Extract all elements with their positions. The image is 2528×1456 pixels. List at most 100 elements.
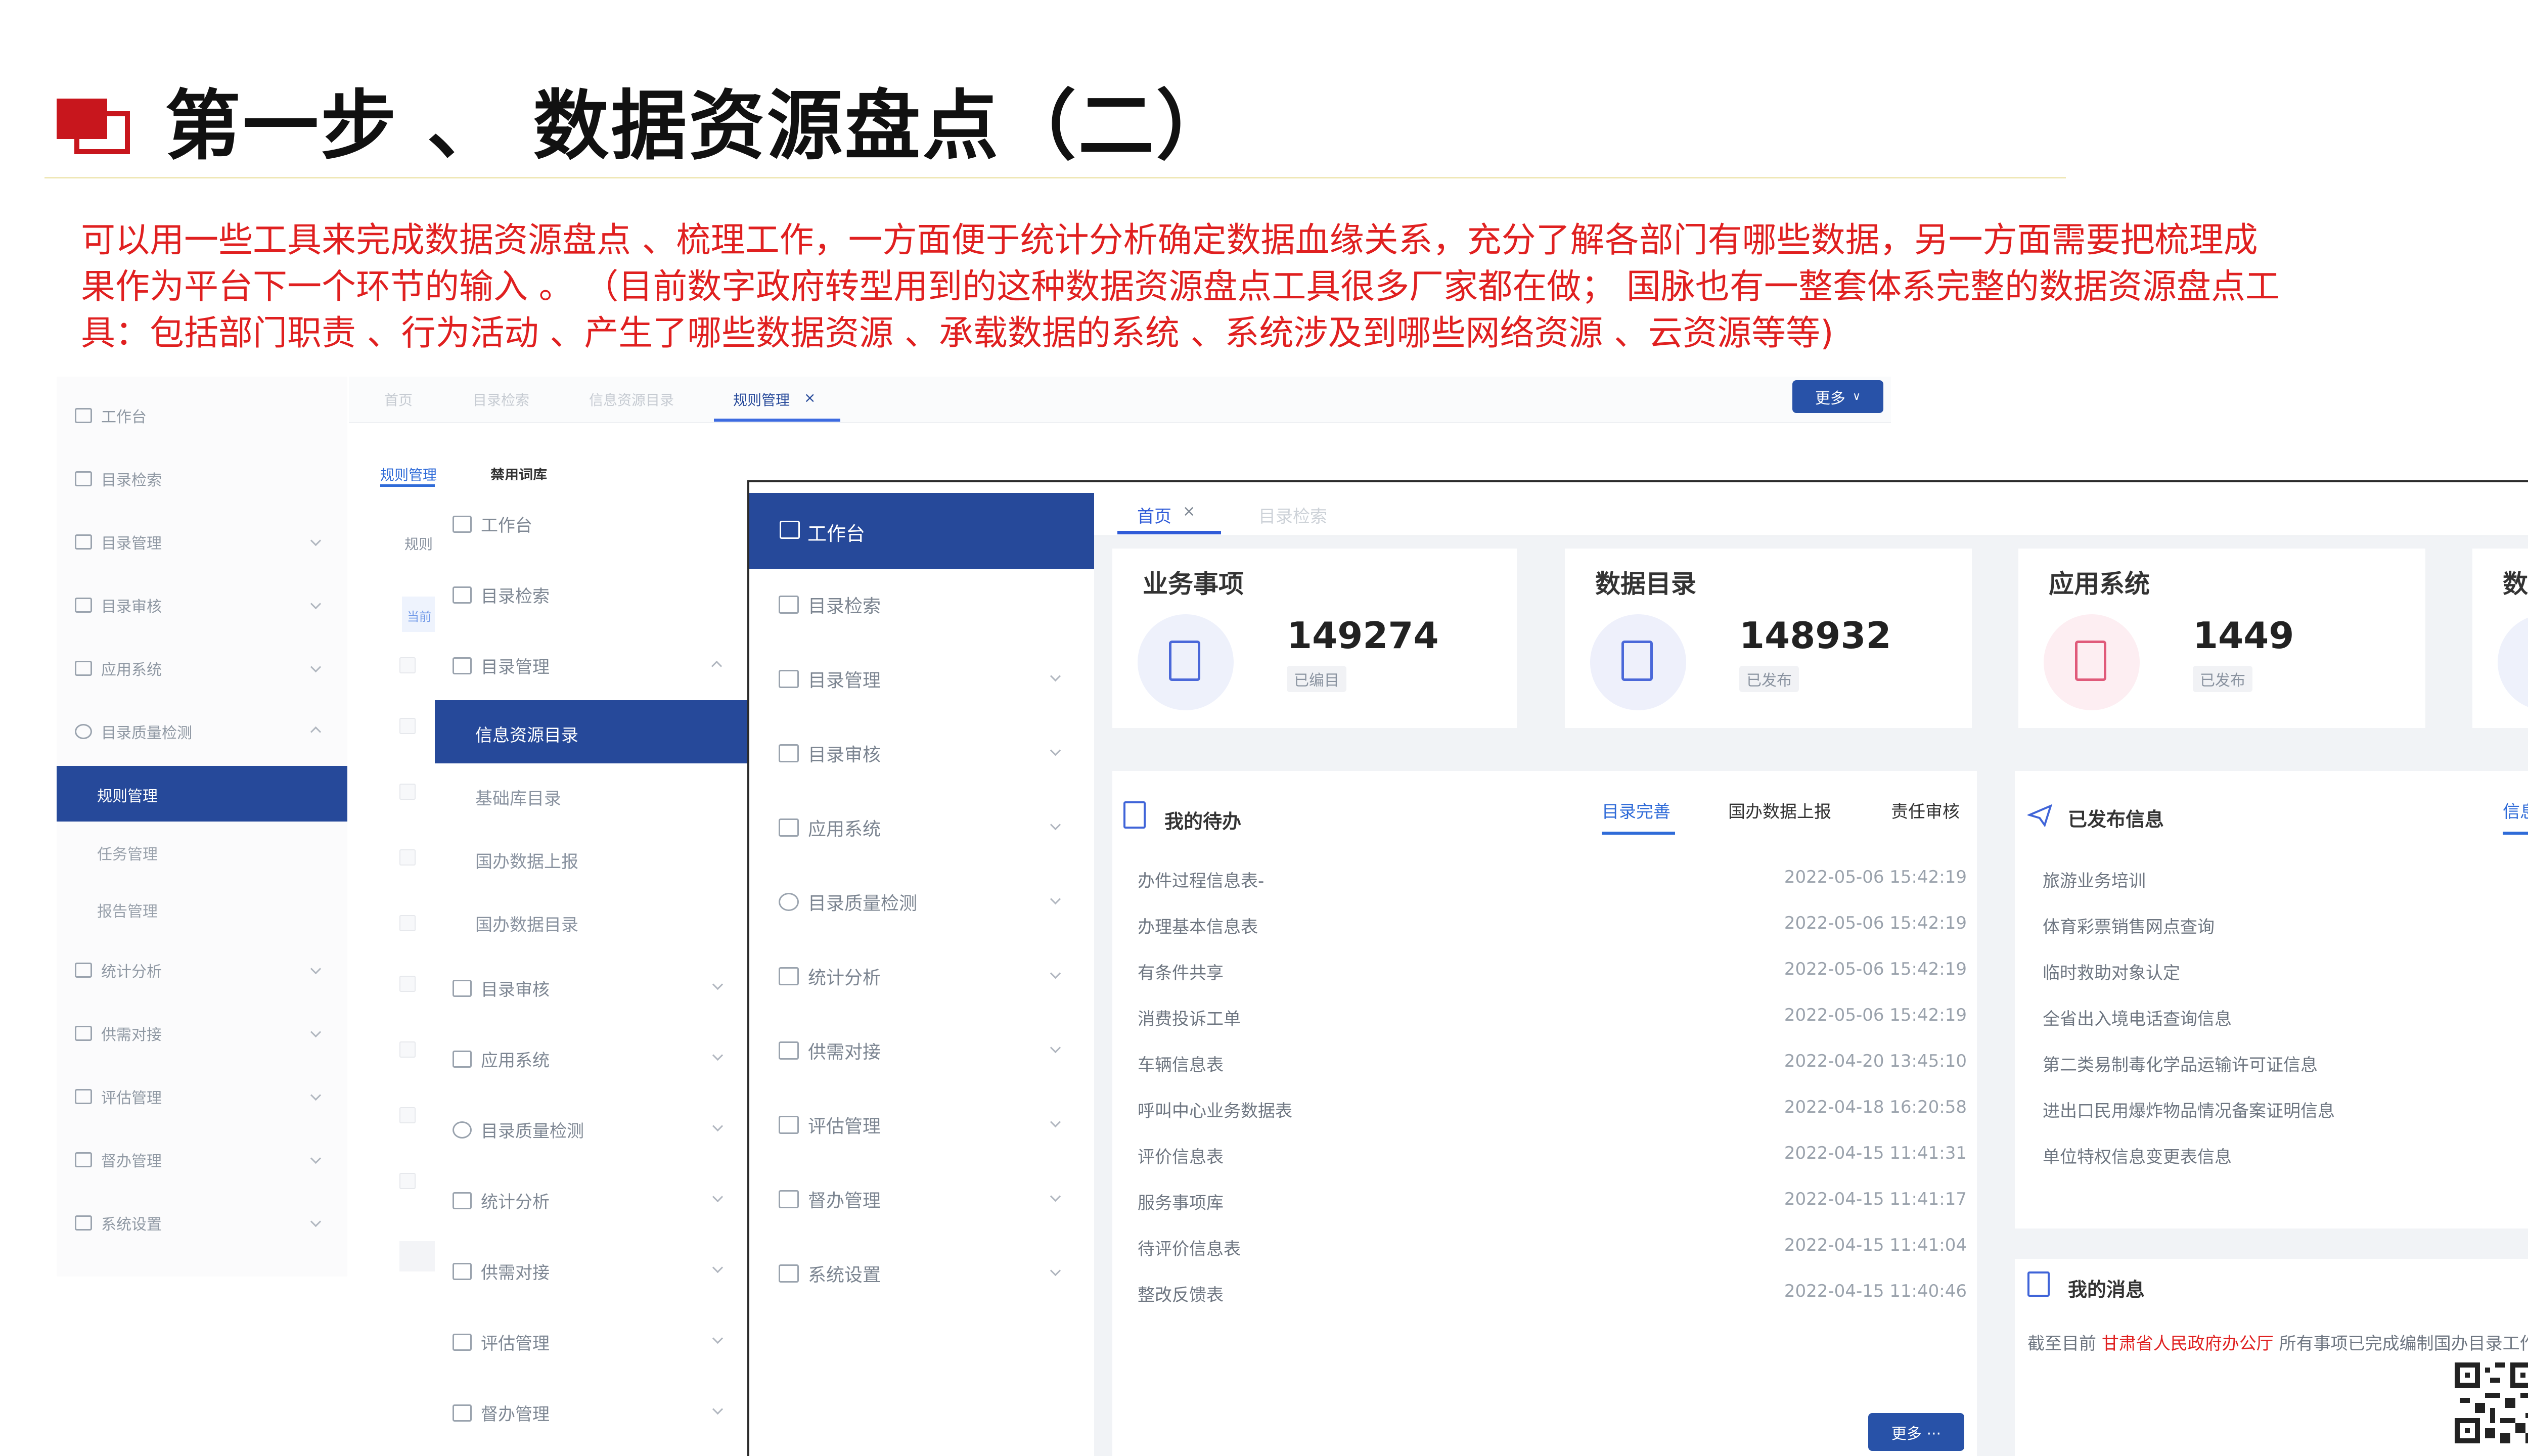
published-item[interactable]: 临时救助对象认定 (2043, 959, 2180, 984)
published-item[interactable]: 单位特权信息变更表信息 (2043, 1143, 2232, 1168)
s1-tab-rules[interactable]: 规则管理 (733, 389, 790, 410)
published-item[interactable]: 全省出入境电话查询信息 (2043, 1005, 2232, 1030)
todo-tab-report[interactable]: 国办数据上报 (1728, 798, 1831, 823)
s2-nav-review[interactable]: 目录审核 (453, 976, 550, 1000)
close-icon[interactable]: × (1183, 503, 1195, 520)
s3-nav-catalog-manage[interactable]: 目录管理 (779, 666, 881, 692)
message-icon (2027, 1271, 2050, 1297)
s1-nav-catalog-manage[interactable]: 目录管理 (75, 531, 162, 553)
s2-nav-app-system[interactable]: 应用系统 (453, 1046, 550, 1071)
s3-nav-workbench[interactable]: 工作台 (749, 493, 1094, 569)
s3-nav-settings[interactable]: 系统设置 (779, 1260, 881, 1287)
published-item[interactable]: 旅游业务培训 (2043, 867, 2146, 892)
s1-rule-label: 规则 (404, 536, 433, 553)
row-checkbox[interactable] (399, 1041, 416, 1058)
todo-row[interactable]: 整改反馈表 2022-04-15 11:40:46 (1138, 1281, 1967, 1327)
s3-nav-app-system[interactable]: 应用系统 (779, 814, 881, 841)
s1-nav-supervise[interactable]: 督办管理 (75, 1149, 162, 1171)
s1-subtab-rules[interactable]: 规则管理 (380, 464, 437, 484)
list-icon (779, 596, 799, 614)
todo-more-button[interactable]: 更多 ··· (1868, 1413, 1964, 1451)
flag-icon (779, 1190, 799, 1208)
s3-nav-supply[interactable]: 供需对接 (779, 1037, 881, 1064)
stat-card-demand[interactable]: 数据需求 (2472, 549, 2528, 728)
gear-icon (75, 724, 92, 739)
s1-nav-workbench[interactable]: 工作台 (75, 404, 147, 427)
flag-icon (453, 1404, 472, 1422)
s3-tab-search[interactable]: 目录检索 (1258, 503, 1327, 527)
todo-row[interactable]: 办理基本信息表 2022-05-06 15:42:19 (1138, 913, 1967, 959)
s2-nav-catalog-manage[interactable]: 目录管理 (453, 653, 550, 678)
s2-nav-supervise[interactable]: 督办管理 (453, 1400, 550, 1425)
s2-nav-stats[interactable]: 统计分析 (453, 1188, 550, 1213)
stat-card-business[interactable]: 业务事项 149274 已编目 (1112, 549, 1517, 728)
message-org-link[interactable]: 甘肃省人民政府办公厅 (2102, 1334, 2274, 1354)
s3-nav-supervise[interactable]: 督办管理 (779, 1186, 881, 1212)
s3-nav-quality[interactable]: 目录质量检测 (779, 889, 917, 915)
row-checkbox[interactable] (399, 1173, 416, 1189)
s1-nav-task-manage[interactable]: 任务管理 (97, 842, 158, 864)
s1-nav-settings[interactable]: 系统设置 (75, 1212, 162, 1234)
todo-row[interactable]: 待评价信息表 2022-04-15 11:41:04 (1138, 1235, 1967, 1281)
todo-row[interactable]: 消费投诉工单 2022-05-06 15:42:19 (1138, 1005, 1967, 1051)
description-line: 果作为平台下一个环节的输入 。 （目前数字政府转型用到的这种数据资源盘点工具很多… (81, 267, 2280, 307)
s1-nav-rule-manage[interactable]: 规则管理 (57, 766, 347, 822)
s2-nav-supply[interactable]: 供需对接 (453, 1259, 550, 1284)
todo-row[interactable]: 办件过程信息表- 2022-05-06 15:42:19 (1138, 867, 1967, 913)
review-icon (75, 598, 92, 613)
s2-nav-state-catalog[interactable]: 国办数据目录 (475, 911, 578, 936)
stat-card-app[interactable]: 应用系统 1449 已发布 (2018, 549, 2425, 728)
row-checkbox[interactable] (399, 976, 416, 992)
s2-nav-base-catalog[interactable]: 基础库目录 (475, 785, 561, 809)
s1-nav-catalog-review[interactable]: 目录审核 (75, 594, 162, 616)
s3-tab-home[interactable]: 首页 (1137, 503, 1171, 527)
todo-title: 我的待办 (1164, 810, 1242, 833)
row-checkbox[interactable] (399, 657, 416, 673)
row-checkbox[interactable] (399, 718, 416, 734)
row-checkbox[interactable] (399, 784, 416, 800)
s2-nav-workbench[interactable]: 工作台 (453, 512, 532, 536)
s1-nav-quality[interactable]: 目录质量检测 (75, 720, 192, 743)
s1-nav-report-manage[interactable]: 报告管理 (97, 899, 158, 921)
published-item[interactable]: 第二类易制毒化学品运输许可证信息 (2043, 1051, 2318, 1076)
s2-nav-catalog-search[interactable]: 目录检索 (453, 582, 550, 607)
s2-nav-assess[interactable]: 评估管理 (453, 1330, 550, 1354)
s1-more-button[interactable]: 更多 ∨ (1792, 380, 1883, 413)
bar-chart-icon (453, 1192, 472, 1209)
bar-chart-icon (779, 967, 799, 985)
todo-tab-complete[interactable]: 目录完善 (1602, 798, 1671, 823)
todo-row[interactable]: 车辆信息表 2022-04-20 13:45:10 (1138, 1051, 1967, 1097)
row-checkbox[interactable] (399, 1107, 416, 1123)
todo-row[interactable]: 评价信息表 2022-04-15 11:41:31 (1138, 1143, 1967, 1189)
s1-tab-search[interactable]: 目录检索 (473, 389, 529, 410)
todo-tab-review[interactable]: 责任审核 (1891, 798, 1960, 823)
s3-nav-assess[interactable]: 评估管理 (779, 1112, 881, 1138)
app-icon (453, 1050, 472, 1068)
s1-nav-supply[interactable]: 供需对接 (75, 1022, 162, 1044)
s1-tab-info-catalog[interactable]: 信息资源目录 (589, 389, 674, 410)
todo-row[interactable]: 服务事项库 2022-04-15 11:41:17 (1138, 1189, 1967, 1235)
s2-nav-info-catalog[interactable]: 信息资源目录 (435, 700, 748, 763)
row-checkbox[interactable] (399, 849, 416, 866)
list-icon (75, 471, 92, 486)
close-icon[interactable]: × (804, 389, 816, 406)
s2-nav-quality[interactable]: 目录质量检测 (453, 1117, 584, 1142)
screen2-sidebar (435, 480, 748, 1456)
todo-row[interactable]: 呼叫中心业务数据表 2022-04-18 16:20:58 (1138, 1097, 1967, 1143)
row-checkbox[interactable] (399, 915, 416, 931)
s1-nav-app-system[interactable]: 应用系统 (75, 657, 162, 679)
s1-nav-stats[interactable]: 统计分析 (75, 959, 162, 981)
published-item[interactable]: 进出口民用爆炸物品情况备案证明信息 (2043, 1097, 2335, 1122)
s3-nav-catalog-review[interactable]: 目录审核 (779, 740, 881, 766)
s1-nav-catalog-search[interactable]: 目录检索 (75, 468, 162, 490)
published-tab-catalog[interactable]: 信息资源目 (2503, 798, 2528, 823)
todo-row[interactable]: 有条件共享 2022-05-06 15:42:19 (1138, 959, 1967, 1005)
s1-tab-home[interactable]: 首页 (384, 389, 413, 410)
s2-nav-report[interactable]: 国办数据上报 (475, 848, 578, 873)
s1-nav-assess[interactable]: 评估管理 (75, 1085, 162, 1108)
s3-nav-catalog-search[interactable]: 目录检索 (779, 592, 881, 618)
stat-card-catalog[interactable]: 数据目录 148932 已发布 (1565, 549, 1972, 728)
published-item[interactable]: 体育彩票销售网点查询 (2043, 913, 2215, 938)
s3-nav-stats[interactable]: 统计分析 (779, 963, 881, 989)
swap-icon (75, 1026, 92, 1041)
